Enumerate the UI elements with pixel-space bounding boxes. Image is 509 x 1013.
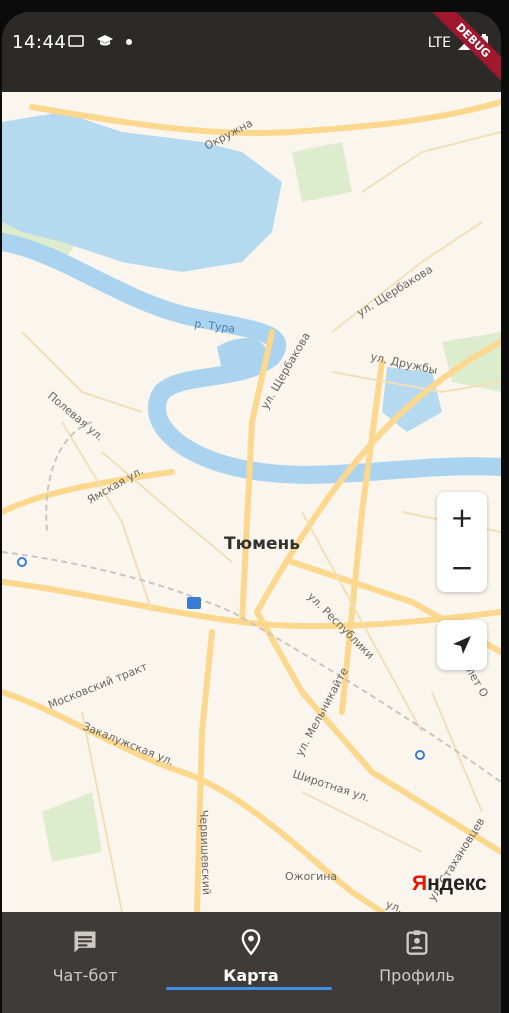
location-pin-icon — [241, 929, 261, 956]
nav-label-chatbot: Чат-бот — [52, 966, 118, 985]
street-label-moskovsky: Московский тракт — [46, 660, 150, 712]
nav-label-map: Карта — [223, 966, 279, 985]
map-view[interactable]: Окружна р. Тура ул. Щербакова ул. Щербак… — [2, 92, 501, 912]
railway — [45, 421, 93, 533]
phone-screen: 14:44 LTE DEBUG Окружна р. Тура ул. Щерб… — [2, 12, 501, 1013]
yandex-logo-rest: ндекс — [427, 872, 487, 895]
nav-item-chatbot[interactable]: Чат-бот — [2, 912, 168, 1013]
dot-icon — [126, 39, 132, 45]
map-canvas[interactable]: Окружна р. Тура ул. Щербакова ул. Щербак… — [2, 92, 501, 912]
park-area — [292, 142, 352, 202]
network-type: LTE — [427, 35, 451, 51]
city-label: Тюмень — [224, 534, 300, 554]
railway — [2, 551, 501, 783]
profile-badge-icon — [406, 930, 428, 955]
rail-station-icon[interactable] — [415, 750, 425, 760]
train-station-icon[interactable] — [187, 597, 201, 609]
graduation-cap-icon — [97, 35, 113, 46]
active-tab-indicator — [166, 987, 332, 990]
street-label-scherbakova: ул. Щербакова — [355, 263, 435, 320]
chat-icon — [74, 931, 96, 953]
status-time: 14:44 — [12, 32, 67, 53]
status-notification-icons — [68, 34, 134, 48]
district-label-ozhogina: Ожогина — [285, 870, 337, 883]
street-label-bottom: ул. — [384, 898, 404, 912]
status-bar: 14:44 LTE DEBUG — [2, 12, 501, 89]
nav-label-profile: Профиль — [379, 966, 455, 985]
yandex-logo-y: Я — [412, 872, 428, 895]
my-location-button[interactable] — [437, 620, 487, 670]
street-label-zakaluzhskaya: Закалужская ул. — [81, 720, 176, 768]
nav-item-profile[interactable]: Профиль — [334, 912, 500, 1013]
rail-station-icon[interactable] — [17, 557, 27, 567]
yandex-logo: Яндекс — [412, 872, 487, 896]
notification-icon — [68, 35, 84, 47]
nav-item-map[interactable]: Карта — [168, 912, 334, 1013]
bottom-navigation: Чат-бот Карта Профиль — [2, 912, 501, 1013]
zoom-controls: + − — [437, 492, 487, 592]
navigation-arrow-icon — [453, 636, 471, 654]
zoom-out-button[interactable]: − — [437, 542, 487, 592]
zoom-in-button[interactable]: + — [437, 492, 487, 542]
street-label-shirotnaya: Широтная ул. — [291, 767, 371, 804]
park-area — [42, 792, 102, 862]
